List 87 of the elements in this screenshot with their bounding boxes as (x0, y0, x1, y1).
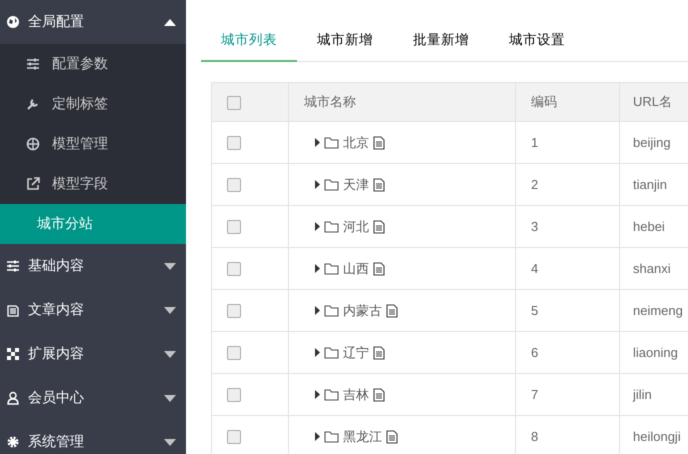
city-name: 山西 (343, 260, 369, 278)
folder-icon (324, 136, 339, 149)
caret-icon (164, 394, 176, 402)
table-cell: 7 (531, 387, 538, 402)
table-cell: 2 (531, 177, 538, 192)
menu-group[interactable]: 会员中心 (0, 376, 186, 420)
menu-group[interactable]: 系统管理 (0, 420, 186, 454)
folder-icon (324, 346, 339, 359)
expand-icon (6, 347, 20, 361)
folder-icon (324, 178, 339, 191)
caret-icon[interactable] (314, 432, 320, 441)
folder-icon (324, 388, 339, 401)
caret-icon[interactable] (314, 390, 320, 399)
menu-group[interactable]: 文章内容 (0, 288, 186, 332)
caret-icon[interactable] (314, 348, 320, 357)
document-icon (373, 178, 385, 192)
document-icon (373, 346, 385, 360)
table-cell: shanxi (633, 261, 671, 276)
table-cell: 4 (531, 261, 538, 276)
folder-icon (324, 262, 339, 275)
city-name: 河北 (343, 218, 369, 236)
city-name: 内蒙古 (343, 302, 382, 320)
caret-icon (164, 306, 176, 314)
menu-group[interactable]: 基础内容 (0, 244, 186, 288)
sliders-icon (6, 259, 20, 273)
checkbox[interactable] (227, 304, 241, 318)
user-icon (6, 391, 20, 405)
table-cell: 3 (531, 219, 538, 234)
caret-icon[interactable] (314, 180, 320, 189)
caret-icon[interactable] (314, 306, 320, 315)
column-header: 编码 (531, 94, 557, 109)
document-icon (373, 388, 385, 402)
caret-icon (164, 350, 176, 358)
external-link-icon (26, 177, 40, 191)
column-header: URL名 (633, 94, 672, 109)
city-name: 天津 (343, 176, 369, 194)
document-icon (6, 303, 20, 317)
checkbox[interactable] (227, 388, 241, 402)
table-cell: neimeng (633, 303, 683, 318)
document-icon (373, 220, 385, 234)
tab[interactable]: 批量新增 (393, 24, 489, 62)
checkbox[interactable] (227, 346, 241, 360)
document-icon (373, 136, 385, 150)
tab[interactable]: 城市设置 (489, 24, 585, 62)
city-name: 辽宁 (343, 344, 369, 362)
table-cell: 5 (531, 303, 538, 318)
caret-icon (164, 438, 176, 446)
table-cell: 6 (531, 345, 538, 360)
menu-item[interactable]: 配置参数 (0, 44, 186, 84)
city-name: 北京 (343, 134, 369, 152)
table-cell: heilongji (633, 429, 681, 444)
folder-icon (324, 430, 339, 443)
city-name: 黑龙江 (343, 428, 382, 446)
menu-group[interactable]: 扩展内容 (0, 332, 186, 376)
wrench-icon (26, 97, 40, 111)
document-icon (386, 304, 398, 318)
menu-item[interactable]: 模型管理 (0, 124, 186, 164)
caret-icon[interactable] (314, 138, 320, 147)
table-cell: jilin (633, 387, 652, 402)
document-icon (373, 262, 385, 276)
checkbox[interactable] (227, 220, 241, 234)
caret-icon[interactable] (314, 222, 320, 231)
menu-item[interactable]: 模型字段 (0, 164, 186, 204)
document-icon (386, 430, 398, 444)
folder-icon (324, 304, 339, 317)
column-header: 城市名称 (304, 94, 356, 109)
table-cell: 8 (531, 429, 538, 444)
checkbox[interactable] (227, 262, 241, 276)
table-cell: 1 (531, 135, 538, 150)
caret-icon (164, 18, 176, 26)
checkbox[interactable] (227, 178, 241, 192)
table-cell: hebei (633, 219, 665, 234)
menu-item[interactable]: 定制标签 (0, 84, 186, 124)
tab[interactable]: 城市列表 (201, 24, 297, 62)
folder-icon (324, 220, 339, 233)
menu-item[interactable]: 城市分站 (0, 204, 186, 244)
city-name: 吉林 (343, 386, 369, 404)
table-cell: beijing (633, 135, 671, 150)
sliders-icon (26, 57, 40, 71)
caret-icon (164, 262, 176, 270)
table-cell: tianjin (633, 177, 667, 192)
table-cell: liaoning (633, 345, 678, 360)
checkbox[interactable] (227, 136, 241, 150)
checkbox[interactable] (227, 96, 241, 110)
caret-icon[interactable] (314, 264, 320, 273)
tab[interactable]: 城市新增 (297, 24, 393, 62)
checkbox[interactable] (227, 430, 241, 444)
